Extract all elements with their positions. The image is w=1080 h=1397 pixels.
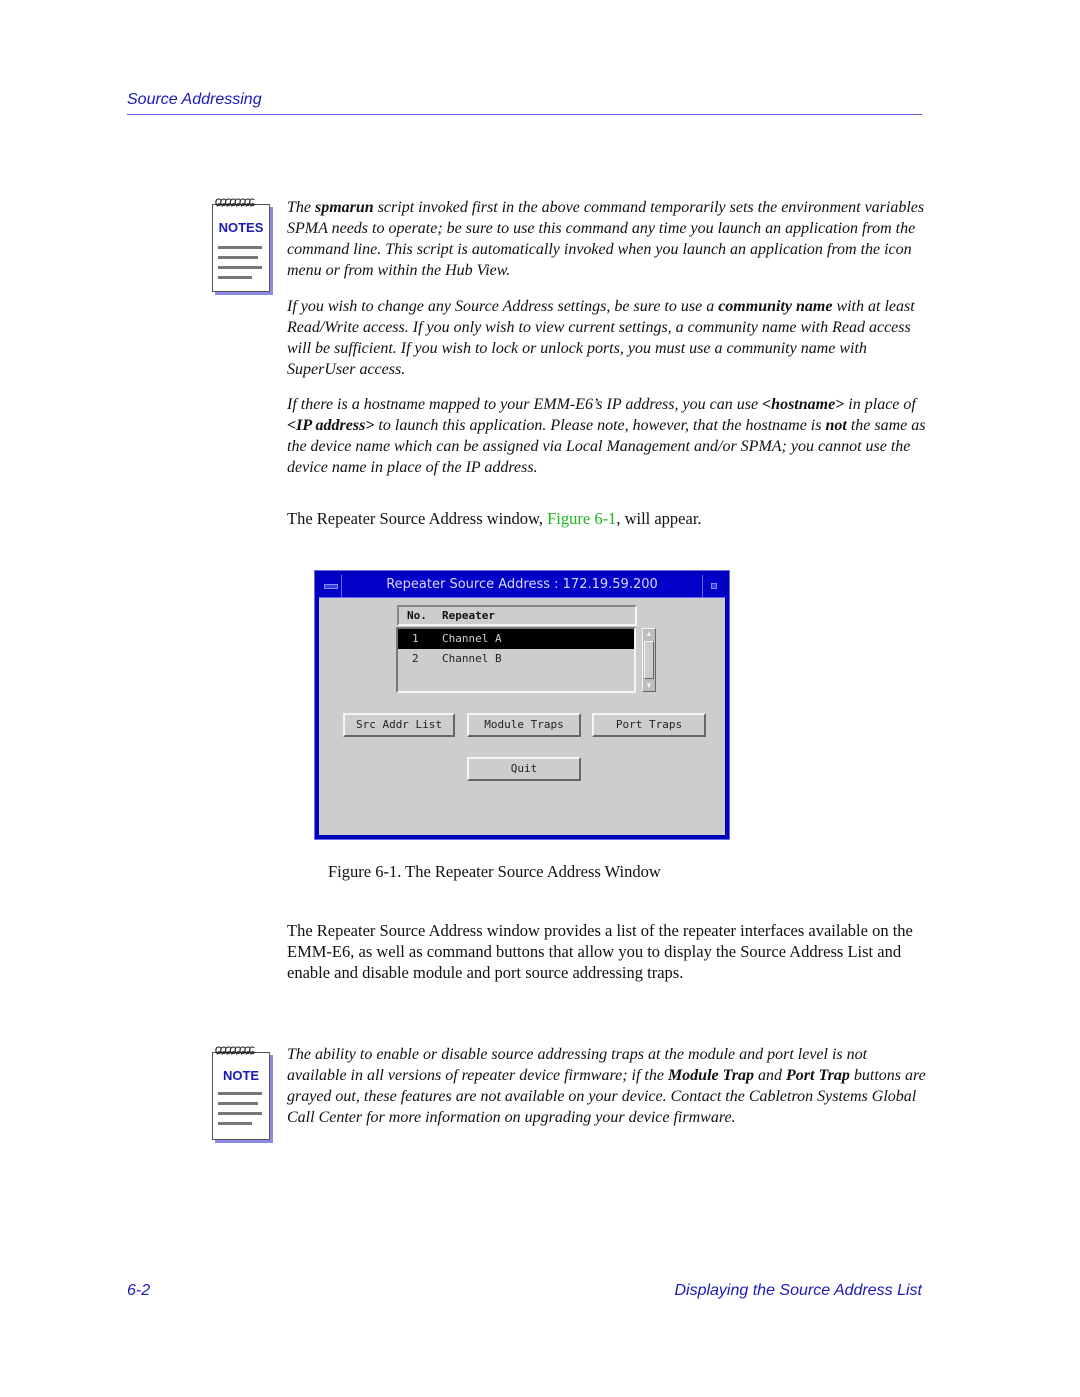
notepad-line (218, 1102, 258, 1105)
scroll-down-arrow-icon[interactable]: ▼ (644, 681, 654, 691)
notes-label: NOTES (218, 220, 264, 235)
column-header-repeater: Repeater (442, 609, 495, 622)
notepad-line (218, 1092, 262, 1095)
row-repeater: Channel B (442, 652, 502, 665)
list-item[interactable]: 2 Channel B (398, 649, 634, 669)
notepad-line (218, 1112, 262, 1115)
port-traps-button[interactable]: Port Traps (592, 713, 706, 737)
emphasis: spmarun (315, 199, 374, 216)
scroll-up-arrow-icon[interactable]: ▲ (644, 629, 654, 639)
note-paragraph-traps: The ability to enable or disable source … (287, 1044, 927, 1128)
list-scrollbar[interactable]: ▲ ▼ (642, 628, 656, 692)
module-traps-button[interactable]: Module Traps (467, 713, 581, 737)
window-menu-button[interactable] (319, 575, 342, 597)
window-client-area: No. Repeater 1 Channel A 2 Channel B ▲ ▼… (319, 598, 725, 835)
text: to launch this application. Please note,… (374, 417, 826, 434)
emphasis: not (825, 417, 847, 434)
figure-link[interactable]: Figure 6-1 (547, 509, 616, 528)
notes-icon: ɕɕɕɕɕɕɕɕ NOTES (212, 196, 272, 292)
emphasis: Module Trap (667, 1067, 755, 1084)
figure-caption: Figure 6-1. The Repeater Source Address … (328, 862, 661, 881)
title-bar: Repeater Source Address : 172.19.59.200 (319, 575, 725, 598)
row-number: 1 (412, 632, 419, 645)
text: in place of (844, 396, 916, 413)
text: If there is a hostname mapped to your EM… (287, 396, 763, 413)
note-paragraph-hostname: If there is a hostname mapped to your EM… (287, 394, 927, 478)
repeater-source-address-window: Repeater Source Address : 172.19.59.200 … (314, 570, 730, 840)
note-paragraph-community: If you wish to change any Source Address… (287, 296, 927, 380)
window-title: Repeater Source Address : 172.19.59.200 (386, 577, 658, 592)
src-addr-list-button[interactable]: Src Addr List (343, 713, 455, 737)
spiral-binding-icon: ɕɕɕɕɕɕɕɕ (214, 1043, 256, 1058)
quit-button[interactable]: Quit (467, 757, 581, 781)
notepad-line (218, 246, 262, 249)
notepad-line (218, 1122, 252, 1125)
footer-section-title: Displaying the Source Address List (674, 1282, 922, 1299)
list-item[interactable]: 1 Channel A (398, 629, 634, 649)
notepad-line (218, 256, 258, 259)
repeater-list[interactable]: 1 Channel A 2 Channel B (396, 627, 636, 693)
list-header: No. Repeater (397, 605, 637, 626)
text: , will appear. (616, 509, 702, 528)
running-head: Source Addressing (127, 91, 262, 108)
text: If you wish to change any Source Address… (287, 298, 719, 315)
intro-paragraph: The Repeater Source Address window, Figu… (287, 508, 927, 529)
column-header-no: No. (407, 609, 427, 622)
text: script invoked first in the above comman… (287, 199, 925, 279)
spiral-binding-icon: ɕɕɕɕɕɕɕɕ (214, 195, 256, 210)
maximize-button[interactable] (702, 575, 725, 597)
text: The Repeater Source Address window, (287, 509, 548, 528)
text: and (754, 1067, 787, 1084)
header-rule (127, 114, 922, 115)
emphasis: <IP address> (287, 417, 375, 434)
text: The (287, 199, 315, 216)
notepad-line (218, 266, 262, 269)
emphasis: community name (718, 298, 833, 315)
scrollbar-thumb[interactable] (644, 641, 654, 679)
note-paragraph-spmarun: The spmarun script invoked first in the … (287, 197, 927, 281)
row-repeater: Channel A (442, 632, 502, 645)
notepad-body (212, 1052, 270, 1140)
page-number: 6-2 (127, 1282, 151, 1299)
row-number: 2 (412, 652, 419, 665)
body-paragraph: The Repeater Source Address window provi… (287, 921, 913, 982)
note-icon: ɕɕɕɕɕɕɕɕ NOTE (212, 1044, 272, 1140)
notepad-line (218, 276, 252, 279)
note-label: NOTE (222, 1068, 260, 1083)
emphasis: <hostname> (762, 396, 845, 413)
emphasis: Port Trap (786, 1067, 850, 1084)
